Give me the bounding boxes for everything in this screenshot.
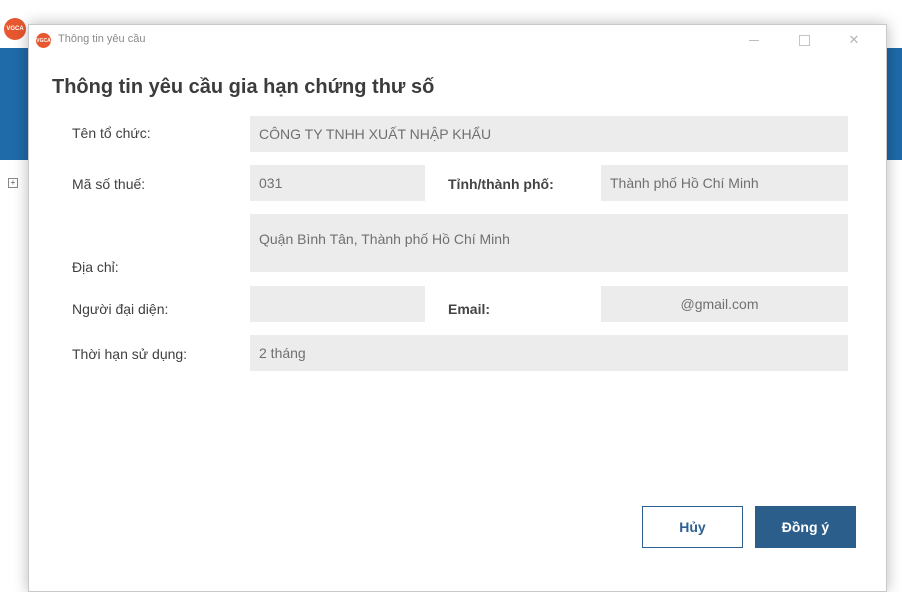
email-label: Email: [448,301,491,317]
minimize-button[interactable] [737,29,771,51]
dialog-heading: Thông tin yêu cầu gia hạn chứng thư số [52,76,435,98]
validity-field[interactable]: 2 tháng [250,335,848,371]
address-label: Địa chỉ: [72,259,119,275]
maximize-button[interactable] [787,29,821,51]
window-title: Thông tin yêu cầu [58,33,146,45]
cancel-button[interactable]: Hủy [642,506,743,548]
validity-label: Thời hạn sử dụng: [72,346,188,362]
tax-code-label: Mã số thuế: [72,176,146,192]
maximize-icon [798,34,810,46]
background-app-icon: VGCA [4,18,26,40]
province-field[interactable]: Thành phố Hồ Chí Minh [601,165,848,201]
confirm-button[interactable]: Đồng ý [755,506,856,548]
renewal-request-dialog: VGCA Thông tin yêu cầu ✕ Thông tin yêu c… [28,24,887,592]
close-icon: ✕ [848,32,860,47]
address-field[interactable]: Quận Bình Tân, Thành phố Hồ Chí Minh [250,214,848,272]
representative-label: Người đại diện: [72,301,169,317]
org-name-field[interactable]: CÔNG TY TNHH XUẤT NHẬP KHẨU [250,116,848,152]
tree-expand-icon: + [8,178,18,188]
province-label: Tỉnh/thành phố: [448,176,554,192]
tax-code-field[interactable]: 031 [250,165,425,201]
org-name-label: Tên tổ chức: [72,125,151,141]
app-logo-icon: VGCA [36,33,51,48]
minimize-icon [749,39,759,41]
dialog-titlebar[interactable]: VGCA Thông tin yêu cầu ✕ [29,25,886,55]
representative-field[interactable] [250,286,425,322]
close-button[interactable]: ✕ [837,29,871,51]
email-field[interactable]: @gmail.com [601,286,848,322]
